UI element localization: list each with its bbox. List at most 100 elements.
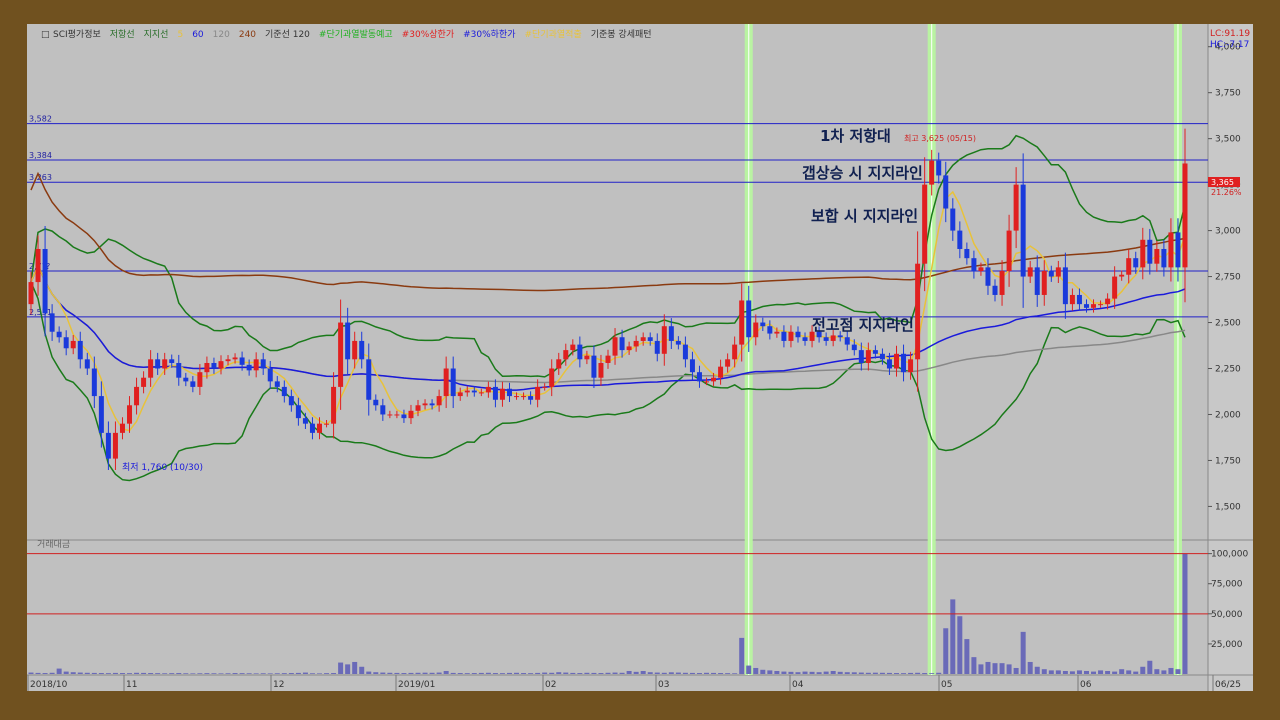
legend-item: #30%상한가 xyxy=(402,29,454,40)
volume-bar xyxy=(169,673,175,674)
lc-readout: LC:91.19 xyxy=(1210,29,1250,39)
candle-up xyxy=(915,263,921,360)
volume-bar xyxy=(176,673,182,674)
volume-bar xyxy=(218,673,224,674)
candle-down xyxy=(373,399,379,406)
legend-item: #30%하한가 xyxy=(463,29,515,40)
legend-item: SCI평가정보 xyxy=(53,29,101,40)
candle-up xyxy=(1041,271,1047,295)
volume-bar xyxy=(619,672,625,674)
level-label: 3,582 xyxy=(29,115,52,124)
annotation-box-support: 보합 시 지지라인 xyxy=(811,207,918,225)
candle-up xyxy=(570,344,576,351)
volume-bar xyxy=(795,672,801,674)
price-tick-label: 3,500 xyxy=(1215,135,1241,145)
candle-up xyxy=(739,300,745,345)
volume-bar xyxy=(415,672,421,674)
legend-item: 240 xyxy=(239,30,256,40)
candle-up xyxy=(661,326,667,354)
volume-bar xyxy=(317,673,322,674)
time-tick-label: 05 xyxy=(941,680,952,690)
legend-item: 기준봉 강세패턴 xyxy=(591,29,652,40)
time-tick-label: 06 xyxy=(1080,680,1092,690)
candle-down xyxy=(1133,258,1139,268)
volume-bar xyxy=(155,673,161,674)
candle-down xyxy=(760,322,766,327)
candle-up xyxy=(148,359,154,378)
candle-up xyxy=(485,386,491,393)
candle-down xyxy=(295,405,301,419)
volume-bar xyxy=(647,672,653,674)
volume-bar xyxy=(359,666,365,674)
volume-bar xyxy=(570,672,576,674)
volume-bar xyxy=(1020,631,1026,674)
volume-bar xyxy=(950,599,956,674)
candle-up xyxy=(28,282,34,305)
candle-down xyxy=(950,208,956,231)
volume-bar xyxy=(49,672,55,674)
volume-bar xyxy=(999,663,1005,674)
price-tick-label: 2,500 xyxy=(1215,319,1241,329)
volume-bar xyxy=(528,673,534,674)
volume-bar xyxy=(1091,671,1097,674)
volume-bar xyxy=(549,672,555,674)
candle-up xyxy=(1154,248,1160,264)
level-label: 3,384 xyxy=(29,151,52,160)
volume-bar xyxy=(1006,664,1012,674)
candle-up xyxy=(549,368,555,387)
volume-bar xyxy=(401,673,407,674)
volume-bar xyxy=(556,672,562,674)
volume-bar xyxy=(971,657,977,674)
volume-bar xyxy=(260,673,266,674)
volume-bar xyxy=(865,672,871,674)
candle-up xyxy=(633,340,639,347)
candle-down xyxy=(169,359,175,363)
volume-bar xyxy=(63,671,69,674)
volume-bar xyxy=(992,663,998,674)
time-tick-label: 11 xyxy=(126,680,137,690)
chart-panel[interactable]: 3,5823,3843,2632,7??2,531 4,0003,7503,50… xyxy=(27,24,1253,691)
candle-down xyxy=(746,300,752,338)
candle-down xyxy=(1161,248,1167,268)
volume-bar xyxy=(922,673,928,674)
volume-bar xyxy=(788,671,794,674)
legend-checkbox[interactable]: □ xyxy=(41,30,50,40)
stock-chart-svg[interactable]: 3,5823,3843,2632,7??2,531 4,0003,7503,50… xyxy=(27,24,1253,691)
candle-up xyxy=(640,337,646,341)
volume-bar xyxy=(302,672,308,674)
volume-bar xyxy=(1161,670,1167,674)
volume-bar xyxy=(563,672,569,674)
candle-up xyxy=(563,350,569,360)
volume-bar xyxy=(514,672,520,674)
candle-up xyxy=(119,423,125,433)
volume-tick-label: 100,000 xyxy=(1211,550,1248,560)
volume-bar xyxy=(879,672,885,674)
volume-bar xyxy=(309,673,315,674)
candle-down xyxy=(1048,271,1054,277)
legend-item: 저항선 xyxy=(110,29,135,40)
volume-bar xyxy=(70,672,76,674)
candle-up xyxy=(112,432,118,459)
candle-down xyxy=(971,258,977,272)
volume-bar xyxy=(98,673,104,674)
candle-down xyxy=(105,432,111,459)
volume-bar xyxy=(429,672,435,674)
volume-bar xyxy=(696,673,702,674)
volume-bar xyxy=(830,670,836,674)
legend-item: #단기과열적출 xyxy=(525,28,582,40)
candle-up xyxy=(1119,274,1125,277)
candle-up xyxy=(232,357,238,360)
candle-down xyxy=(936,160,942,176)
candle-up xyxy=(521,396,527,398)
candle-down xyxy=(366,359,372,400)
candle-down xyxy=(528,396,534,400)
volume-bar xyxy=(894,673,899,674)
candle-down xyxy=(274,381,280,387)
price-axis-bg xyxy=(1208,24,1253,691)
candle-up xyxy=(1112,276,1118,299)
candle-up xyxy=(598,362,604,378)
candle-down xyxy=(380,405,386,415)
candle-up xyxy=(1006,230,1012,272)
candle-down xyxy=(682,344,688,360)
candle-down xyxy=(1076,294,1082,305)
